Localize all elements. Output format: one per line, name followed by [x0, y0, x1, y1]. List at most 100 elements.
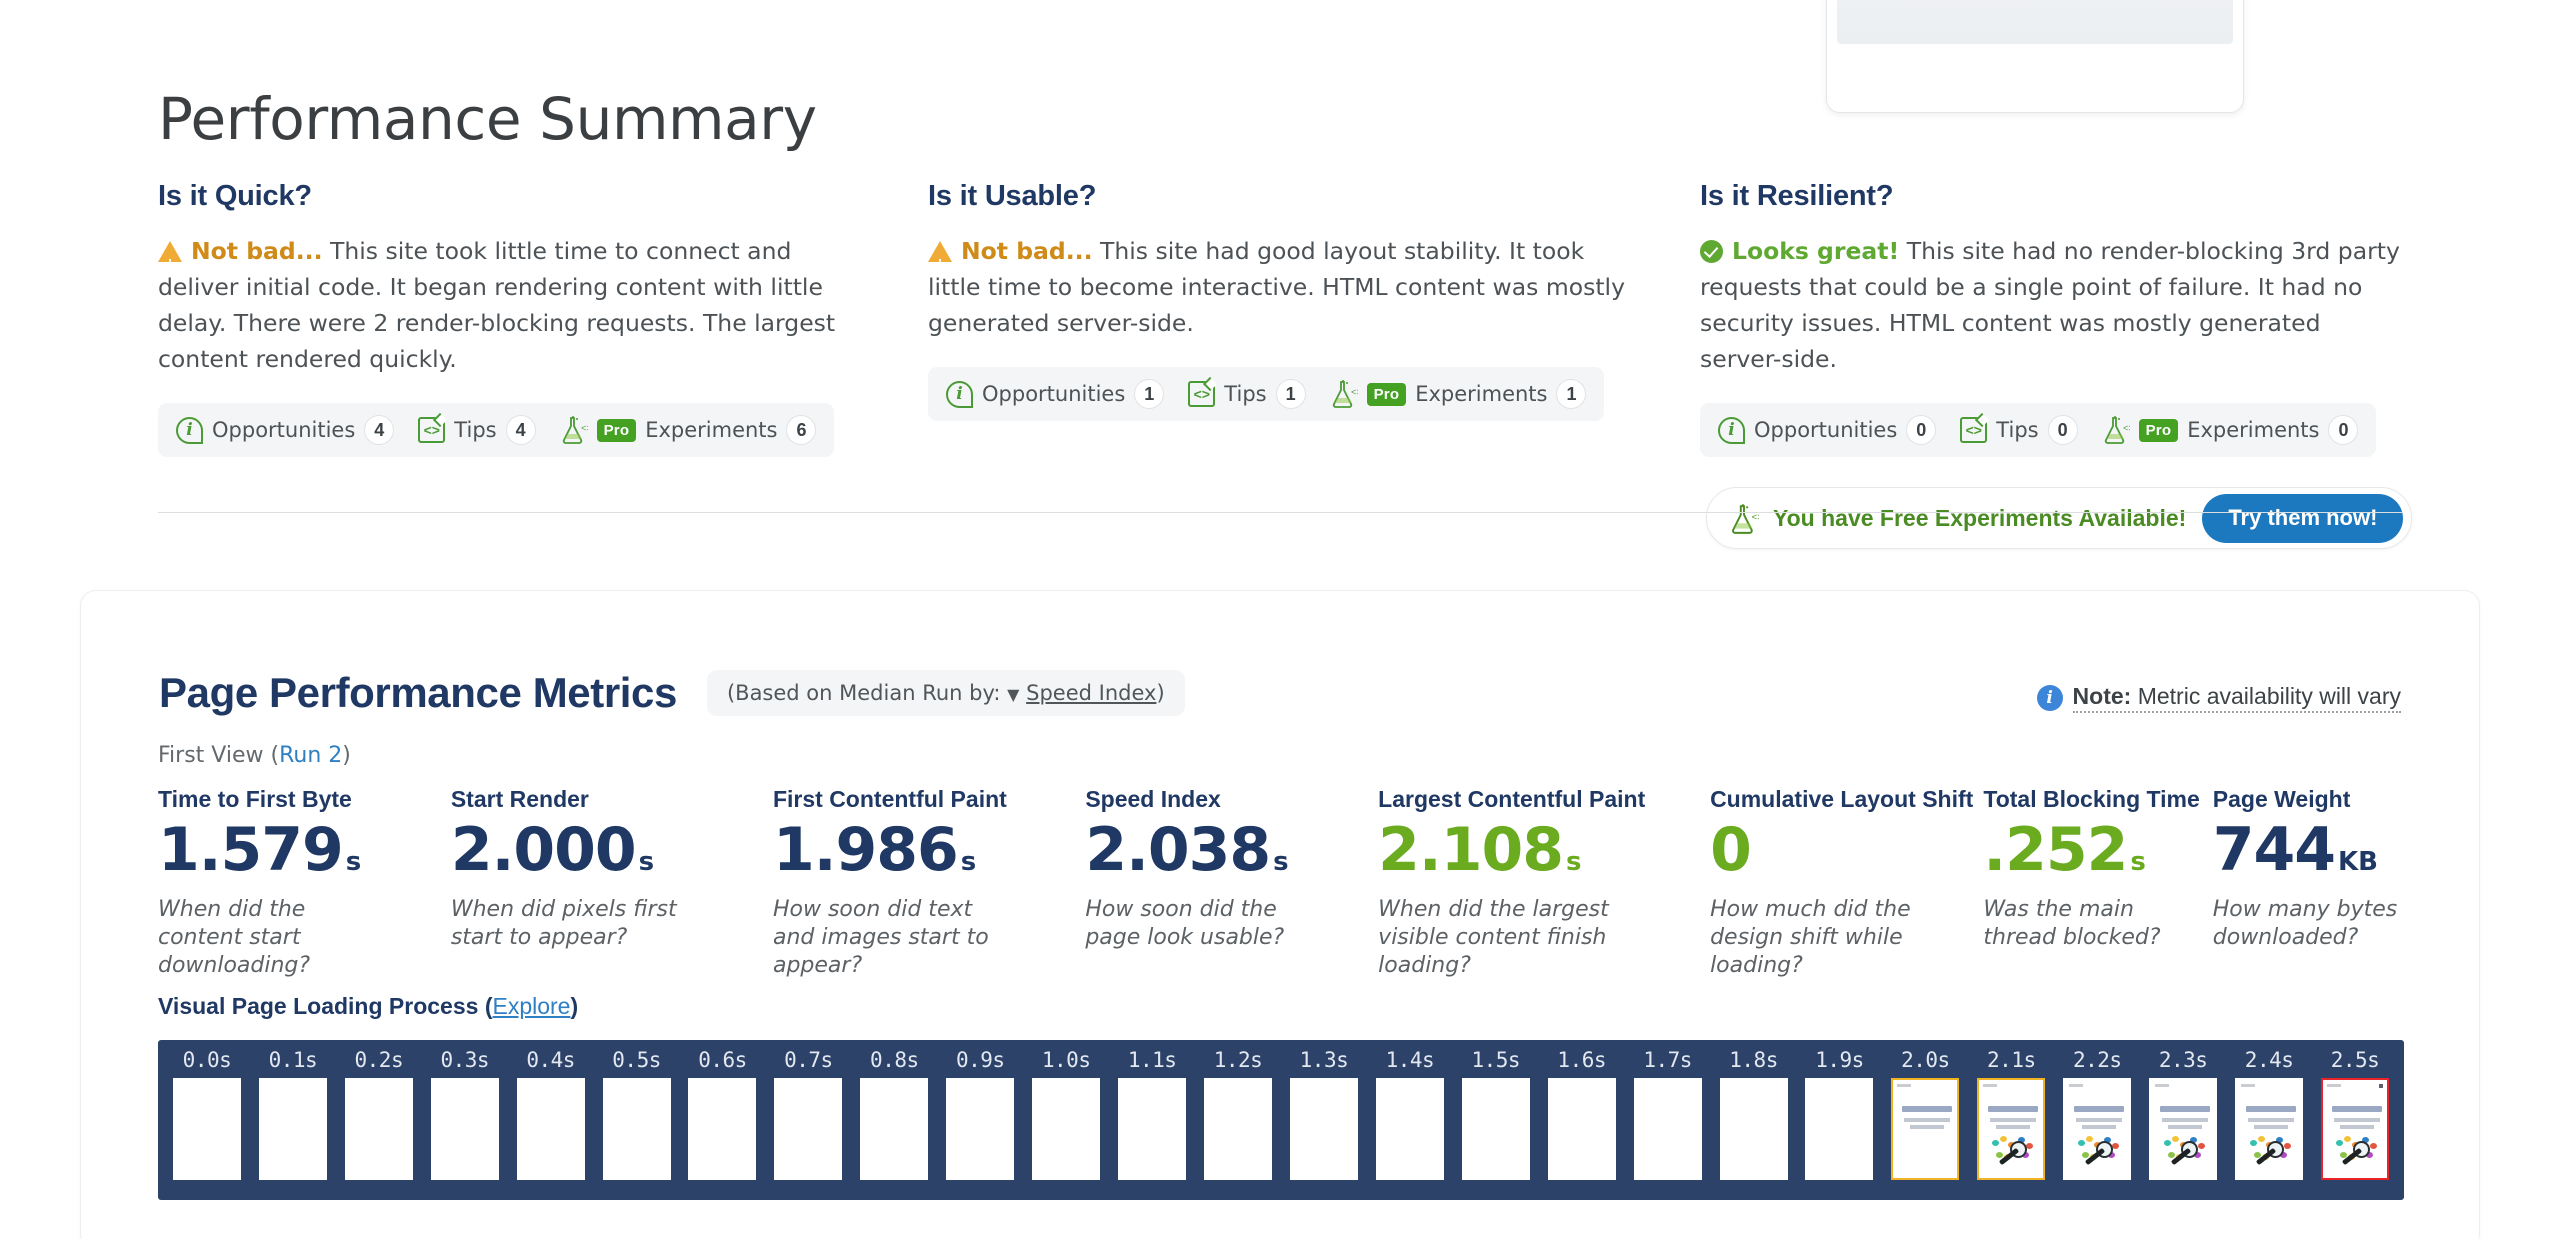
filmstrip-frame[interactable] [430, 1078, 499, 1180]
filmstrip[interactable]: 0.0s 0.1s 0.2s 0.3s 0.4s 0.5s 0.6s 0.7s 0.8s 0.9s… [158, 1040, 2404, 1200]
run-link[interactable]: Run 2 [279, 743, 342, 768]
metric-value: .252 s [1983, 819, 2212, 882]
metric-unit: s [1273, 847, 1289, 877]
median-run-value[interactable]: Speed Index [1026, 681, 1156, 705]
filmstrip-frame[interactable] [1633, 1078, 1702, 1180]
filmstrip-time-label: 1.6s [1557, 1048, 1606, 1072]
filmstrip-frame-column: 1.0s [1023, 1048, 1109, 1180]
verdict-quick: Not bad... [191, 237, 323, 265]
flask-icon: <> [560, 415, 591, 445]
metric-name: Total Blocking Time [1983, 786, 2200, 812]
tips-badge-resilient[interactable]: <> Tips 0 [1960, 415, 2101, 445]
filmstrip-frame[interactable] [946, 1078, 1015, 1180]
median-prefix: (Based on Median Run by: [726, 681, 1001, 705]
free-experiments-banner: <> You have Free Experiments Available! … [1706, 487, 2413, 549]
filmstrip-time-label: 0.7s [784, 1048, 833, 1072]
metric-name: Speed Index [1085, 786, 1221, 812]
explore-close-paren: ) [570, 993, 579, 1019]
experiments-label: Experiments [1415, 382, 1548, 406]
opportunities-badge-usable[interactable]: i Opportunities 1 [946, 379, 1188, 409]
filmstrip-frame[interactable] [516, 1078, 585, 1180]
frame-hero-image [1990, 1134, 2036, 1168]
metric-number: 1.986 [772, 815, 959, 885]
metric-value: 1.579 s [158, 819, 451, 882]
filmstrip-frame[interactable] [688, 1078, 757, 1180]
filmstrip-frame-column: 1.9s [1797, 1048, 1883, 1180]
tips-label: Tips [1996, 418, 2039, 442]
metric-name: Page Weight [2212, 786, 2351, 812]
try-them-now-button[interactable]: Try them now! [2202, 493, 2404, 543]
pro-tag: Pro [596, 418, 637, 442]
filmstrip-frame[interactable] [1805, 1078, 1874, 1180]
metric-value: 2.108 s [1378, 819, 1710, 882]
metric-description: How many bytes downloaded? [2212, 897, 2398, 950]
metric-time-to-first-byte: Time to First Byte 1.579 s When did the c… [158, 786, 451, 980]
section-divider [158, 512, 2403, 513]
filmstrip-time-label: 0.6s [698, 1048, 747, 1072]
filmstrip-frame-column: 0.6s [680, 1048, 766, 1180]
filmstrip-frame[interactable] [2149, 1078, 2218, 1180]
code-window-icon: <> [418, 417, 446, 443]
column-body-usable: Not bad... This site had good layout sta… [928, 233, 1628, 341]
filmstrip-frame[interactable] [602, 1078, 671, 1180]
filmstrip-frame[interactable] [258, 1078, 327, 1180]
filmstrip-frame[interactable] [1289, 1078, 1358, 1180]
free-experiments-text: You have Free Experiments Available! [1773, 504, 2187, 531]
chevron-down-icon[interactable]: ▼ [1007, 685, 1019, 704]
filmstrip-frame[interactable] [1204, 1078, 1273, 1180]
filmstrip-frame[interactable] [1375, 1078, 1444, 1180]
median-suffix: ) [1156, 681, 1165, 705]
experiments-badge-resilient[interactable]: <> Pro Experiments 0 [2102, 415, 2359, 445]
filmstrip-frame[interactable] [774, 1078, 843, 1180]
metric-number: .252 [1983, 815, 2128, 885]
filmstrip-time-label: 1.9s [1815, 1048, 1864, 1072]
filmstrip-frame-column: 1.3s [1281, 1048, 1367, 1180]
site-screenshot-card[interactable] [1826, 0, 2244, 113]
opportunities-count: 0 [1906, 415, 1937, 445]
experiments-label: Experiments [2187, 418, 2320, 442]
opportunities-badge-resilient[interactable]: i Opportunities 0 [1718, 415, 1960, 445]
filmstrip-frame[interactable] [860, 1078, 929, 1180]
check-circle-icon [1700, 240, 1723, 263]
explore-link[interactable]: Explore [492, 993, 570, 1019]
tips-badge-quick[interactable]: <> Tips 4 [418, 415, 559, 445]
experiments-badge-quick[interactable]: <> Pro Experiments 6 [560, 415, 817, 445]
metric-unit: s [638, 847, 655, 877]
filmstrip-frame[interactable] [1547, 1078, 1616, 1180]
metric-description: How soon did the page look usable? [1085, 897, 1285, 950]
filmstrip-frame[interactable] [2321, 1078, 2389, 1180]
summary-column-usable: Is it Usable? Not bad... This site had g… [928, 180, 1628, 421]
filmstrip-frame[interactable] [2235, 1078, 2304, 1180]
filmstrip-frame[interactable] [172, 1078, 241, 1180]
metric-description: When did pixels first start to appear? [450, 897, 677, 950]
median-run-selector[interactable]: (Based on Median Run by: ▼ Speed Index) [706, 670, 1185, 716]
filmstrip-frame[interactable] [1891, 1078, 1960, 1180]
filmstrip-frame[interactable] [1719, 1078, 1788, 1180]
filmstrip-time-label: 1.7s [1643, 1048, 1692, 1072]
tips-badge-usable[interactable]: <> Tips 1 [1188, 379, 1329, 409]
note-bold: Note: [2072, 683, 2132, 709]
filmstrip-frame[interactable] [2063, 1078, 2132, 1180]
first-view-prefix: First View ( [158, 743, 280, 768]
experiments-badge-usable[interactable]: <> Pro Experiments 1 [1330, 379, 1587, 409]
filmstrip-frame[interactable] [1977, 1078, 2046, 1180]
filmstrip-frame-column: 1.2s [1195, 1048, 1281, 1180]
filmstrip-frame[interactable] [1118, 1078, 1187, 1180]
metric-name: Cumulative Layout Shift [1710, 786, 1974, 812]
opportunities-badge-quick[interactable]: i Opportunities 4 [176, 415, 418, 445]
metric-total-blocking-time: Total Blocking Time .252 s Was the main t… [1983, 786, 2212, 980]
filmstrip-frame[interactable] [1461, 1078, 1530, 1180]
metric-availability-note[interactable]: i Note: Metric availability will vary [2036, 683, 2401, 713]
filmstrip-frame-column: 0.8s [851, 1048, 937, 1180]
filmstrip-frame[interactable] [1032, 1078, 1101, 1180]
column-body-quick: Not bad... This site took little time to… [158, 233, 858, 377]
note-text: Metric availability will vary [2137, 683, 2401, 709]
metric-cumulative-layout-shift: Cumulative Layout Shift 0 How much did t… [1710, 786, 1983, 980]
svg-text:<>: <> [2123, 424, 2130, 434]
badge-row-resilient: i Opportunities 0 <> Tips 0 <> Pro Exper… [1700, 403, 2377, 457]
metric-description: Was the main thread blocked? [1983, 897, 2161, 950]
info-icon: i [2036, 685, 2063, 711]
filmstrip-time-label: 2.1s [1987, 1048, 2036, 1072]
filmstrip-frame[interactable] [344, 1078, 413, 1180]
frame-hero-image [2076, 1134, 2122, 1168]
